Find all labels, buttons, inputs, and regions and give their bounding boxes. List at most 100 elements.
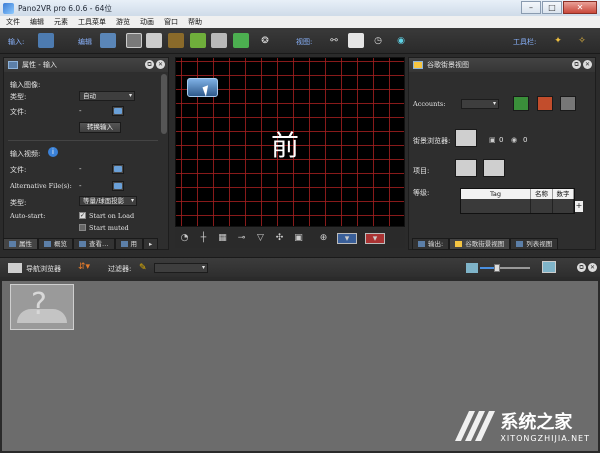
menu-window[interactable]: 窗口: [164, 17, 178, 27]
properties-icon: [9, 241, 16, 247]
info-icon[interactable]: i: [48, 147, 58, 157]
watermark-logo: [455, 410, 496, 441]
clipboard-icon[interactable]: [348, 33, 364, 48]
float-panel-button[interactable]: ⧉: [145, 60, 154, 69]
menu-help[interactable]: 帮助: [188, 17, 202, 27]
accounts-select[interactable]: [461, 99, 499, 109]
settings-icon[interactable]: ✧: [574, 33, 590, 48]
type-label: 类型:: [10, 93, 27, 101]
small-thumbnail-icon[interactable]: [466, 263, 478, 273]
color-picker-blue[interactable]: ▾: [337, 232, 357, 244]
binoculars-icon[interactable]: ⚯: [326, 33, 342, 48]
float-panel-button[interactable]: ⧉: [572, 60, 581, 69]
tab-output[interactable]: 输出:: [412, 238, 450, 250]
tab-overview[interactable]: 概览: [38, 238, 73, 250]
edit-viewing-icon[interactable]: [100, 33, 116, 48]
tour-icon[interactable]: [190, 33, 206, 48]
tab-user[interactable]: 用: [114, 238, 143, 250]
alt-files-value: -: [79, 182, 82, 190]
clock-icon[interactable]: ◷: [370, 33, 386, 48]
open-file-button[interactable]: [112, 106, 124, 116]
pencil-icon[interactable]: ✎: [139, 263, 151, 273]
front-label: 前: [271, 129, 300, 162]
minimize-button[interactable]: –: [521, 1, 541, 14]
cloud-upload-icon[interactable]: [455, 159, 477, 177]
cloud-icon[interactable]: [455, 129, 477, 147]
tab-list-view[interactable]: 列表视图: [510, 238, 559, 250]
crosshair-icon[interactable]: ┼: [198, 233, 209, 244]
search-icon[interactable]: [560, 96, 576, 111]
sort-icon[interactable]: ⇵▾: [78, 262, 96, 274]
close-panel-button[interactable]: ✕: [588, 263, 597, 272]
watermark: 系统之家 XITONGZHIJIA.NET: [455, 408, 590, 443]
add-level-button[interactable]: +: [575, 201, 583, 212]
table-header-number[interactable]: 数字: [553, 189, 574, 199]
menu-elements[interactable]: 元素: [54, 17, 68, 27]
streetview-browser-label: 街景浏览器:: [413, 137, 451, 145]
close-button[interactable]: ✕: [563, 1, 597, 14]
float-panel-button[interactable]: ⧉: [577, 263, 586, 272]
remove-account-icon[interactable]: [537, 96, 553, 111]
tab-properties[interactable]: 属性: [3, 238, 38, 250]
properties-icon: [8, 61, 18, 69]
maximize-button[interactable]: □: [542, 1, 562, 14]
thumbnail-size-slider[interactable]: [480, 264, 530, 272]
close-panel-button[interactable]: ✕: [583, 60, 592, 69]
convert-input-button[interactable]: 转换输入: [79, 122, 121, 133]
grid-icon[interactable]: ▦: [217, 233, 228, 244]
film-reel-icon[interactable]: ❂: [257, 33, 273, 48]
tools-icon[interactable]: ✦: [550, 33, 566, 48]
film-strip-icon[interactable]: [126, 33, 142, 48]
start-muted-checkbox[interactable]: [79, 224, 86, 231]
list-icon: [516, 241, 524, 247]
slider-handle[interactable]: [494, 264, 500, 272]
open-video-button[interactable]: [112, 164, 124, 174]
tab-scroll-right[interactable]: ▸: [143, 238, 159, 250]
color-picker-red[interactable]: ▾: [365, 232, 385, 244]
panorama-thumbnail[interactable]: ?: [10, 284, 74, 330]
filter-select[interactable]: [154, 263, 208, 273]
media-icon[interactable]: [211, 33, 227, 48]
tab-google-streetview[interactable]: 谷歌街景视图: [449, 238, 511, 250]
large-thumbnail-icon[interactable]: [542, 261, 556, 273]
menu-animation[interactable]: 动画: [140, 17, 154, 27]
navigator-body[interactable]: ? 系统之家 XITONGZHIJIA.NET: [0, 279, 600, 453]
type-select[interactable]: 自动: [79, 91, 135, 101]
input-image-icon[interactable]: [38, 33, 54, 48]
panorama-viewer[interactable]: 前: [175, 57, 405, 227]
file-label: 文件:: [10, 108, 27, 116]
scrollbar[interactable]: [161, 74, 167, 134]
menu-tour[interactable]: 游览: [116, 17, 130, 27]
maps-icon[interactable]: [233, 33, 249, 48]
menu-bar: 文件 编辑 元素 工具菜单 游览 动画 窗口 帮助: [0, 16, 600, 28]
level-table[interactable]: Tag 名称 数字: [460, 188, 575, 214]
tab-label: 概览: [54, 240, 67, 248]
cloud-add-icon[interactable]: [483, 159, 505, 177]
hotspot-point-icon[interactable]: ✣: [274, 233, 285, 244]
video-file-value: -: [79, 165, 82, 173]
shield-icon[interactable]: [513, 96, 529, 111]
google-streetview-panel: 谷歌街景视图 ⧉ ✕ Accounts: 街景浏览器: ▣ 0 ◉ 0 项目: …: [408, 57, 596, 250]
open-alt-files-button[interactable]: [112, 181, 124, 191]
table-row[interactable]: [461, 199, 574, 213]
video-type-select[interactable]: 等量/球面投影: [79, 196, 137, 206]
ruler-icon[interactable]: ⊸: [236, 233, 247, 244]
title-bar: Pano2VR pro 6.0.6 - 64位 – □ ✕: [0, 0, 600, 16]
eye-icon[interactable]: ◉: [393, 33, 409, 48]
compass-icon[interactable]: ◔: [179, 233, 190, 244]
folder-icon: [114, 183, 122, 189]
close-panel-button[interactable]: ✕: [156, 60, 165, 69]
menu-file[interactable]: 文件: [6, 17, 20, 27]
polygon-icon[interactable]: ▣: [293, 233, 304, 244]
menu-tools[interactable]: 工具菜单: [78, 17, 106, 27]
table-header-tag[interactable]: Tag: [461, 189, 531, 199]
tab-viewing[interactable]: 查看…: [73, 238, 115, 250]
cone-icon[interactable]: ▽: [255, 233, 266, 244]
target-icon[interactable]: ⊕: [318, 233, 329, 244]
input-label: 输入:: [8, 38, 25, 46]
table-header-name[interactable]: 名称: [531, 189, 553, 199]
patch-icon[interactable]: [146, 33, 162, 48]
hotspot-icon[interactable]: [168, 33, 184, 48]
menu-edit[interactable]: 编辑: [30, 17, 44, 27]
start-on-load-checkbox[interactable]: ✓: [79, 212, 86, 219]
